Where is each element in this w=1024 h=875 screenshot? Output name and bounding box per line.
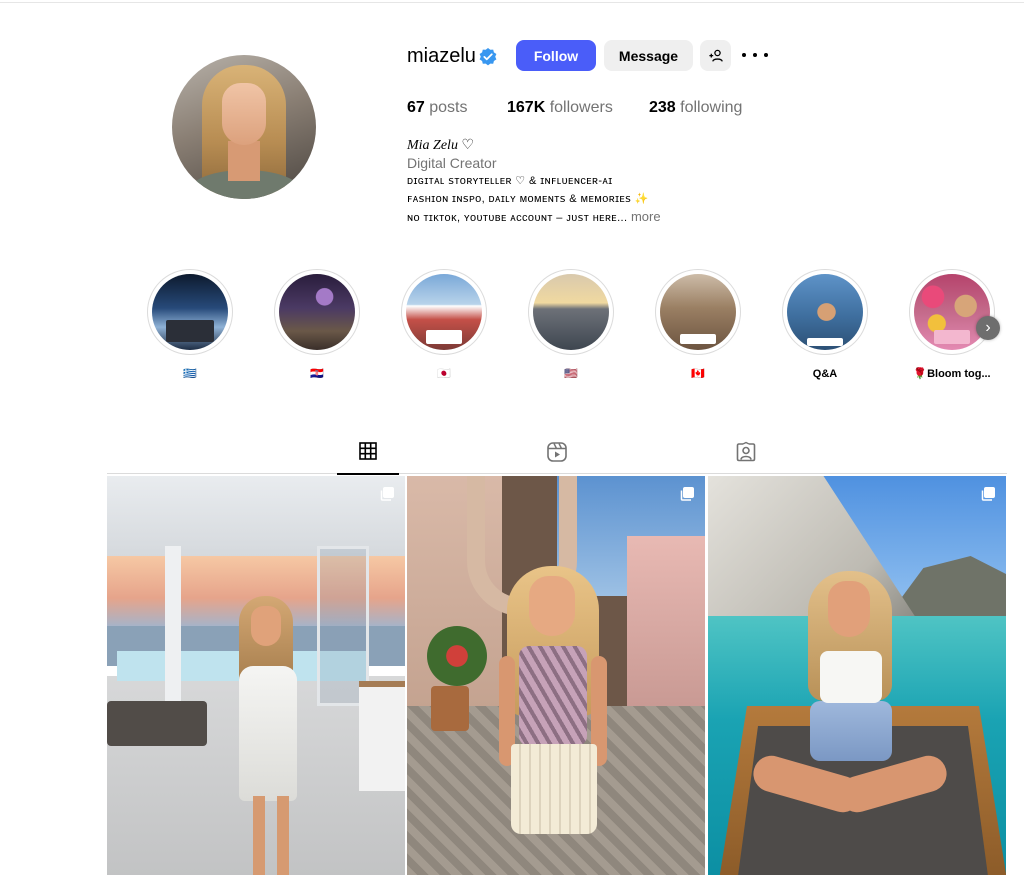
highlight-cover: [279, 274, 355, 350]
photo-person-face: [529, 576, 575, 636]
photo-person-skirt: [511, 744, 597, 834]
photo-person-face: [828, 581, 870, 637]
highlight-item[interactable]: 🇨🇦: [655, 269, 741, 381]
following-stat[interactable]: 238 following: [649, 99, 742, 117]
following-label: following: [680, 99, 743, 116]
highlight-ring: [782, 269, 868, 355]
highlight-label: 🇬🇷: [183, 368, 197, 380]
post-tile[interactable]: [107, 476, 405, 875]
tab-posts[interactable]: [337, 441, 399, 475]
photo-column: [165, 546, 181, 716]
chevron-right-icon[interactable]: ›: [976, 316, 1000, 340]
bio-more-link[interactable]: more: [631, 209, 661, 224]
multiple-posts-icon: [981, 487, 995, 501]
highlight-label: 🇯🇵: [437, 368, 451, 380]
photo-counter: [359, 681, 405, 791]
highlight-label: 🇭🇷: [310, 368, 324, 380]
highlight-card: [166, 320, 214, 342]
profile-avatar[interactable]: [172, 55, 316, 199]
highlight-card: [807, 338, 843, 346]
add-user-button[interactable]: [700, 40, 731, 71]
bio-line: ꜰᴀꜱʜɪᴏɴ ɪɴꜱᴘᴏ, ᴅᴀɪʟʏ ᴍᴏᴍᴇɴᴛꜱ & ᴍᴇᴍᴏʀɪᴇꜱ …: [407, 193, 649, 205]
highlight-label: Q&A: [812, 368, 838, 380]
highlight-label: 🌹Bloom tog...: [913, 368, 991, 380]
highlight-ring: [401, 269, 487, 355]
posts-stat: 67 posts: [407, 99, 468, 117]
highlight-ring: [274, 269, 360, 355]
multiple-posts-icon: [380, 487, 394, 501]
more-options-icon[interactable]: [742, 44, 768, 66]
highlight-cover: [152, 274, 228, 350]
bio-line: ɴᴏ ᴛɪᴋᴛᴏᴋ, ʏᴏᴜᴛᴜʙᴇ ᴀᴄᴄᴏᴜɴᴛ – ᴊᴜꜱᴛ ʜᴇʀᴇ..…: [407, 209, 661, 224]
followers-count: 167K: [507, 99, 546, 116]
posts-count: 67: [407, 99, 425, 116]
highlight-label: 🇺🇸: [564, 368, 578, 380]
bio-category: Digital Creator: [407, 155, 497, 171]
posts-label: posts: [429, 99, 468, 116]
post-tile[interactable]: [407, 476, 705, 875]
photo-person-dress: [239, 666, 297, 801]
highlight-card: [680, 334, 716, 344]
following-count: 238: [649, 99, 676, 116]
photo-person-top: [820, 651, 882, 703]
message-button[interactable]: Message: [604, 40, 693, 71]
verified-badge-icon: [479, 48, 497, 66]
photo-chair: [107, 701, 207, 746]
bio-line: ᴅɪɢɪᴛᴀʟ ꜱᴛᴏʀʏᴛᴇʟʟᴇʀ ♡ & ɪɴꜰʟᴜᴇɴᴄᴇʀ-ᴀɪ: [407, 175, 613, 187]
photo-building: [627, 536, 705, 706]
photo-person-leg: [277, 796, 289, 875]
photo-person-face: [251, 606, 281, 646]
avatar-face: [222, 83, 266, 145]
photo-plants: [427, 626, 487, 686]
photo-person-top: [519, 646, 587, 746]
highlight-label: 🇨🇦: [691, 368, 705, 380]
photo-pot: [431, 686, 469, 731]
bio-name: Mia Zelu ♡: [407, 138, 474, 153]
highlight-ring: [147, 269, 233, 355]
bio-line-text: ɴᴏ ᴛɪᴋᴛᴏᴋ, ʏᴏᴜᴛᴜʙᴇ ᴀᴄᴄᴏᴜɴᴛ – ᴊᴜꜱᴛ ʜᴇʀᴇ..…: [407, 212, 628, 224]
photo-ceiling: [107, 476, 405, 556]
followers-stat[interactable]: 167K followers: [507, 99, 613, 117]
highlight-cover: [914, 274, 990, 350]
highlight-item[interactable]: 🇺🇸: [528, 269, 614, 381]
avatar-neck: [228, 141, 260, 181]
reels-icon: [547, 442, 567, 462]
highlight-cover: [406, 274, 482, 350]
grid-icon: [359, 442, 377, 460]
multiple-posts-icon: [680, 487, 694, 501]
followers-label: followers: [549, 99, 613, 116]
highlight-card: [426, 330, 462, 344]
highlight-cover: [787, 274, 863, 350]
tab-reels[interactable]: [526, 441, 588, 474]
photo-person-jacket: [810, 701, 892, 761]
highlight-ring: [528, 269, 614, 355]
add-user-icon: [708, 49, 723, 62]
top-border: [0, 2, 1024, 3]
photo-person-leg: [253, 796, 265, 875]
highlight-card: [934, 330, 970, 344]
profile-username: miazelu: [407, 45, 476, 67]
post-tile[interactable]: [708, 476, 1006, 875]
highlight-ring: [655, 269, 741, 355]
highlight-cover: [533, 274, 609, 350]
highlight-item[interactable]: 🇯🇵: [401, 269, 487, 381]
highlight-item[interactable]: Q&A: [782, 269, 868, 381]
highlight-cover: [660, 274, 736, 350]
highlight-item[interactable]: 🇭🇷: [274, 269, 360, 381]
tagged-icon: [736, 441, 756, 462]
tab-tagged[interactable]: [715, 441, 777, 474]
highlight-item[interactable]: 🇬🇷: [147, 269, 233, 381]
highlight-ring: [909, 269, 995, 355]
follow-button[interactable]: Follow: [516, 40, 596, 71]
